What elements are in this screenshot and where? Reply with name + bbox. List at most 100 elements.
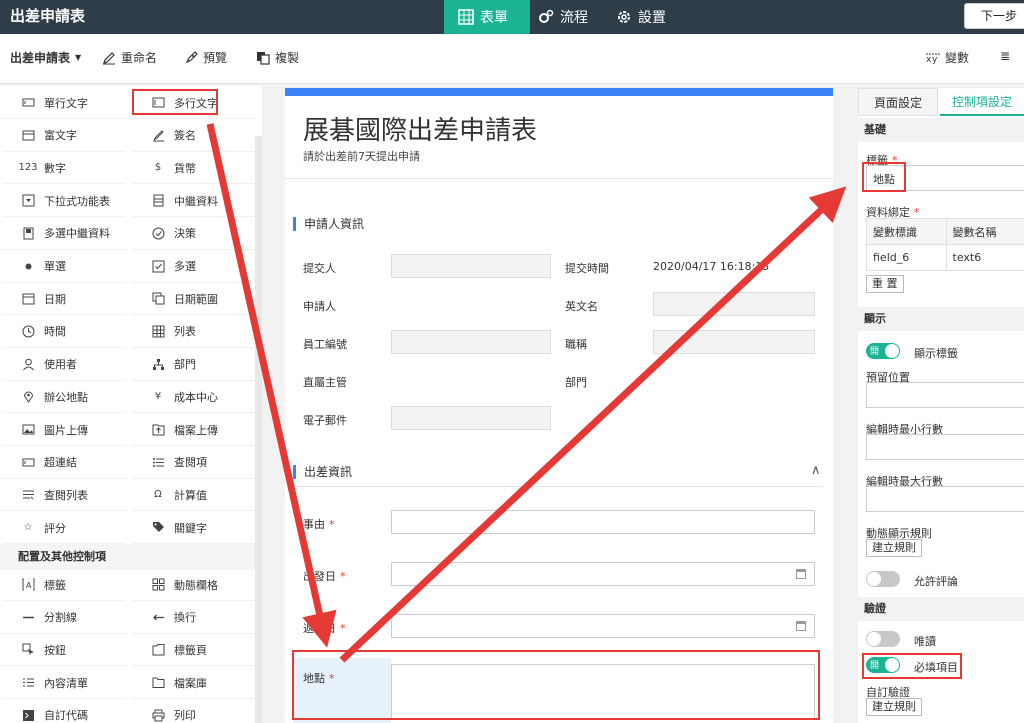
palette-item-calendar[interactable]: 日期 <box>2 283 126 316</box>
allow-comment-toggle[interactable] <box>866 571 900 587</box>
palette-item-rich-text[interactable]: 富文字 <box>2 120 126 152</box>
signature-icon <box>150 127 166 143</box>
lookup-icon <box>150 454 166 470</box>
image-upload-icon <box>20 422 36 438</box>
palette-item-image-upload[interactable]: 圖片上傳 <box>2 414 126 446</box>
grid-icon <box>150 323 166 339</box>
rename-button[interactable]: 重命名 <box>102 49 157 66</box>
palette-item-checkbox[interactable]: 多選 <box>132 251 256 283</box>
form-title: 展碁國際出差申請表 <box>303 116 538 146</box>
palette-item-label[interactable]: A 標籤 <box>2 569 126 601</box>
reason-field[interactable] <box>391 510 815 534</box>
palette-item-tab-page[interactable]: 標籤頁 <box>132 634 256 667</box>
palette-item-label: 單選 <box>44 260 66 273</box>
english-name-label: 英文名 <box>565 300 598 313</box>
place-label-text: 地點 <box>303 672 325 685</box>
palette-item-yen[interactable]: ¥ 成本中心 <box>132 381 256 414</box>
palette-item-print[interactable]: 列印 <box>132 700 256 723</box>
next-step-button[interactable]: 下一步 <box>964 3 1024 29</box>
cogs-icon <box>539 9 554 23</box>
palette-item-org[interactable]: 部門 <box>132 349 256 381</box>
palette-item-code[interactable]: 自訂代碼 <box>2 700 126 723</box>
english-name-field[interactable] <box>653 292 815 316</box>
tab-flow[interactable]: 流程 <box>538 0 598 34</box>
palette-item-label: 多選 <box>174 260 196 273</box>
palette-item-link[interactable]: 超連結 <box>2 447 126 479</box>
palette-item-radio[interactable]: 單選 <box>2 251 126 283</box>
palette-item-dynamic-grid[interactable]: 動態欄格 <box>132 569 256 601</box>
list-view-button[interactable]: ≣ <box>1000 49 1010 63</box>
palette-item-number[interactable]: 123 數字 <box>2 152 126 185</box>
place-label: 地點 * <box>303 670 335 686</box>
employee-id-field[interactable] <box>391 330 551 354</box>
palette-item-single-line-text[interactable]: 單行文字 <box>2 87 126 119</box>
return-date-field[interactable] <box>391 614 815 638</box>
allow-comment-text: 允許評論 <box>914 575 958 588</box>
create-rule-button[interactable]: 建立規則 <box>866 539 922 557</box>
palette-item-multi-metadata[interactable]: 多選中繼資料 <box>2 218 126 250</box>
palette-item-clock[interactable]: 時間 <box>2 316 126 348</box>
calendar-icon[interactable] <box>796 569 806 579</box>
submitter-field[interactable] <box>391 254 551 278</box>
palette-item-signature[interactable]: 簽名 <box>132 120 256 152</box>
palette-item-file-upload[interactable]: 檔案上傳 <box>132 414 256 446</box>
palette-item-location[interactable]: 辦公地點 <box>2 381 126 414</box>
palette-item-folder[interactable]: 檔案庫 <box>132 667 256 700</box>
palette-item-decision[interactable]: 決策 <box>132 218 256 250</box>
caret-down-icon: ▼ <box>75 53 82 62</box>
palette-item-metadata[interactable]: 中繼資料 <box>132 185 256 218</box>
form-name-dropdown[interactable]: 出差申請表 ▼ <box>10 49 81 66</box>
palette-item-divider[interactable]: 分割線 <box>2 602 126 634</box>
rich-text-icon <box>20 127 36 143</box>
placeholder-input[interactable] <box>866 382 1024 408</box>
palette-item-multi-line-text[interactable]: 多行文字 <box>132 87 256 119</box>
palette-item-label: 換行 <box>174 611 196 625</box>
copy-label: 複製 <box>275 51 300 65</box>
preview-button[interactable]: 預覽 <box>184 49 227 66</box>
tab-page-settings[interactable]: 頁面設定 <box>858 88 938 116</box>
tab-settings[interactable]: 設置 <box>616 0 676 34</box>
rocket-icon <box>185 50 198 63</box>
copy-button[interactable]: 複製 <box>256 49 299 66</box>
place-textarea[interactable] <box>391 664 815 720</box>
depart-date-field[interactable] <box>391 562 815 586</box>
reset-button[interactable]: 重 置 <box>866 275 904 293</box>
show-label-toggle[interactable]: 開 <box>866 343 900 359</box>
palette-item-content-list[interactable]: 內容清單 <box>2 667 126 700</box>
job-title-field[interactable] <box>653 330 815 354</box>
required-toggle[interactable]: 開 <box>866 657 900 673</box>
required-mark: * <box>340 570 346 583</box>
calendar-icon[interactable] <box>796 621 806 631</box>
label-input[interactable]: 地點 <box>866 165 1024 191</box>
palette-item-star[interactable]: ☆ 評分 <box>2 512 126 545</box>
create-rule-button-2[interactable]: 建立規則 <box>866 698 922 716</box>
variables-button[interactable]: xy 變數 <box>926 49 969 66</box>
min-rows-input[interactable] <box>866 434 1024 460</box>
palette-item-lookup-list[interactable]: 查閱列表 <box>2 479 126 512</box>
palette-item-dropdown[interactable]: 下拉式功能表 <box>2 185 126 218</box>
tab-control-settings[interactable]: 控制項設定 <box>940 88 1024 116</box>
tab-form[interactable]: 表單 <box>444 0 530 34</box>
palette-item-tag[interactable]: 關鍵字 <box>132 512 256 545</box>
readonly-toggle[interactable] <box>866 631 900 647</box>
max-rows-input[interactable] <box>866 486 1024 512</box>
palette-item-label: 成本中心 <box>174 390 218 404</box>
palette-item-grid[interactable]: 列表 <box>132 316 256 348</box>
palette-item-user[interactable]: 使用者 <box>2 349 126 381</box>
palette-item-label: 內容清單 <box>44 676 88 690</box>
palette-item-date-range[interactable]: 日期範圍 <box>132 283 256 316</box>
gear-icon <box>618 11 630 23</box>
applicant-label: 申請人 <box>303 300 336 313</box>
dynamic-grid-icon <box>150 577 166 593</box>
checkbox-icon <box>150 258 166 274</box>
palette-item-omega[interactable]: Ω 計算值 <box>132 479 256 512</box>
palette-item-line-break[interactable]: 換行 <box>132 602 256 634</box>
palette-item-currency[interactable]: $ 貨幣 <box>132 152 256 185</box>
email-field[interactable] <box>391 406 551 430</box>
collapse-icon[interactable]: ∧ <box>811 463 821 478</box>
label-input-value: 地點 <box>873 173 895 186</box>
palette-item-label: 中繼資料 <box>174 194 218 208</box>
palette-scrollbar[interactable] <box>255 136 262 723</box>
palette-item-button[interactable]: 按鈕 <box>2 634 126 667</box>
palette-item-lookup[interactable]: 查閱項 <box>132 447 256 479</box>
